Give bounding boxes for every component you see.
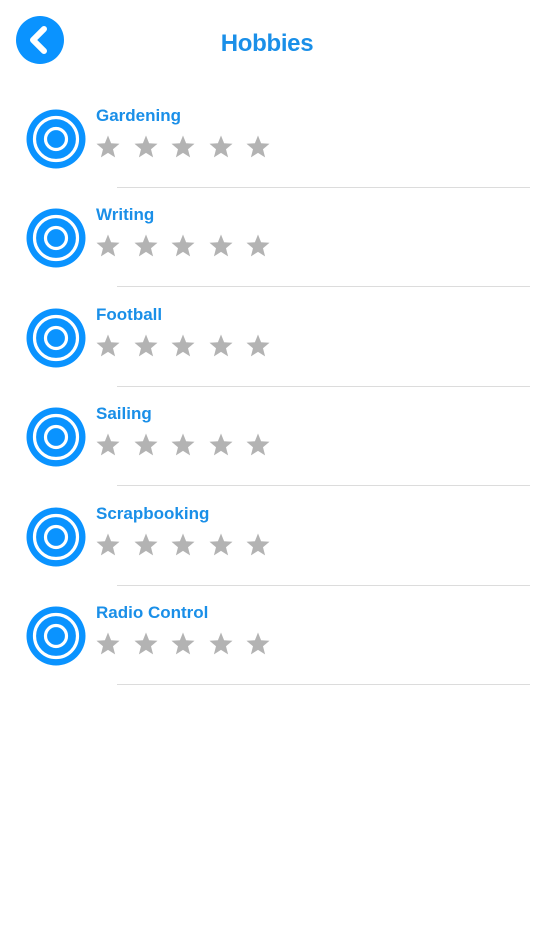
list-item[interactable]: Football xyxy=(0,289,534,388)
header: Hobbies xyxy=(0,0,534,90)
target-icon xyxy=(26,606,86,666)
page-title: Hobbies xyxy=(220,30,314,57)
star-icon[interactable] xyxy=(133,631,159,657)
list-item[interactable]: Gardening xyxy=(0,90,534,189)
hobby-label: Scrapbooking xyxy=(96,503,210,523)
star-icon[interactable] xyxy=(208,432,234,458)
star-icon[interactable] xyxy=(170,432,196,458)
star-icon[interactable] xyxy=(245,631,271,657)
hobby-label: Sailing xyxy=(96,404,152,424)
star-icon[interactable] xyxy=(170,134,196,160)
star-icon[interactable] xyxy=(245,233,271,259)
target-icon xyxy=(26,308,86,368)
star-icon[interactable] xyxy=(245,432,271,458)
star-icon[interactable] xyxy=(170,631,196,657)
list-item[interactable]: Scrapbooking xyxy=(0,488,534,587)
hobby-label: Gardening xyxy=(96,106,182,125)
divider xyxy=(117,187,530,188)
star-icon[interactable] xyxy=(170,233,196,259)
target-icon xyxy=(26,208,86,268)
star-icon[interactable] xyxy=(170,333,196,359)
divider xyxy=(117,286,530,288)
star-icon[interactable] xyxy=(245,134,271,160)
star-icon[interactable] xyxy=(208,233,234,259)
star-icon[interactable] xyxy=(95,532,121,558)
star-icon[interactable] xyxy=(95,134,121,160)
star-icon[interactable] xyxy=(170,532,196,558)
list-item[interactable]: Radio Control xyxy=(0,587,534,686)
divider xyxy=(117,683,530,685)
star-icon[interactable] xyxy=(133,134,159,160)
star-icon[interactable] xyxy=(245,333,271,359)
hobby-label: Football xyxy=(96,304,163,324)
star-icon[interactable] xyxy=(133,532,159,558)
star-icon[interactable] xyxy=(95,631,121,657)
star-icon[interactable] xyxy=(133,432,159,458)
divider xyxy=(117,584,530,586)
target-icon xyxy=(26,507,86,567)
star-icon[interactable] xyxy=(95,233,121,259)
hobby-label: Writing xyxy=(96,205,155,225)
star-icon[interactable] xyxy=(245,532,271,558)
star-icon[interactable] xyxy=(133,333,159,359)
star-icon[interactable] xyxy=(133,233,159,259)
star-icon[interactable] xyxy=(208,532,234,558)
target-icon xyxy=(26,109,86,169)
star-icon[interactable] xyxy=(208,333,234,359)
list-item[interactable]: Writing xyxy=(0,189,534,288)
star-icon[interactable] xyxy=(208,631,234,657)
star-icon[interactable] xyxy=(95,333,121,359)
divider xyxy=(117,485,530,487)
target-icon xyxy=(26,407,86,467)
star-icon[interactable] xyxy=(95,432,121,458)
hobby-list: Gardening Writing Football Sailing Scrapbook… xyxy=(0,90,534,686)
divider xyxy=(117,385,530,387)
star-icon[interactable] xyxy=(208,134,234,160)
hobby-label: Radio Control xyxy=(96,602,209,622)
list-item[interactable]: Sailing xyxy=(0,388,534,487)
